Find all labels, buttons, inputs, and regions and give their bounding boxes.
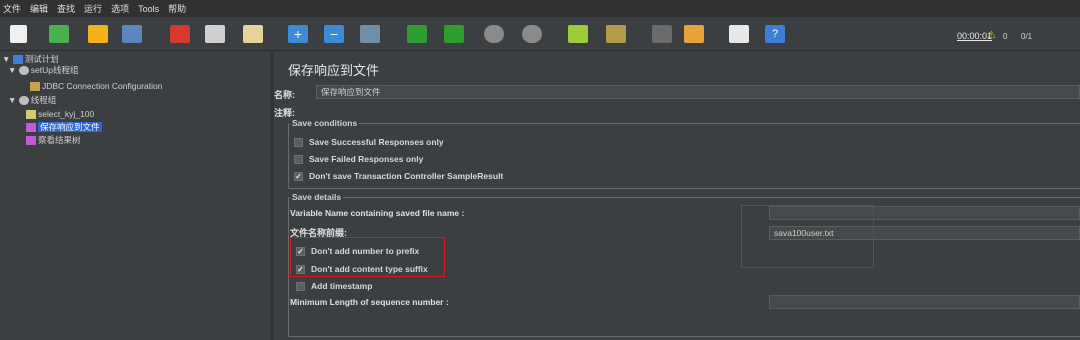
sampler-icon [26,110,36,120]
tree-item-results-tree[interactable]: 察看结果树 [26,135,81,146]
collapse-icon[interactable]: − [324,25,344,43]
menu-help[interactable]: 帮助 [168,2,186,15]
templates-icon[interactable] [49,25,69,43]
save-failed-checkbox[interactable]: Save Failed Responses only [294,154,423,164]
thread-ratio: 0/1 [1021,32,1033,41]
test-plan-tree: ▼ 测试计划 ▼ setUp线程组 JDBC Connection Config… [0,51,270,340]
paste-icon[interactable] [243,25,263,43]
gear-icon [18,96,29,106]
tree-item-setup-group[interactable]: ▼ setUp线程组 [8,65,79,76]
warning-icon[interactable]: ⚠ [987,30,996,41]
new-icon[interactable] [10,25,27,43]
tree-item-sampler[interactable]: select_kyj_100 [26,109,94,120]
menu-search[interactable]: 查找 [57,2,75,15]
menu-tools[interactable]: Tools [138,4,159,14]
menu-bar: 文件 编辑 查找 运行 选项 Tools 帮助 [0,0,1080,17]
check-icon[interactable]: ✓ [294,171,303,181]
gear-icon [18,66,29,76]
collapse-arrow-icon[interactable]: ▼ [8,95,16,105]
highlight-box-prefix [741,205,874,268]
dont-save-transaction-checkbox[interactable]: ✓ Don't save Transaction Controller Sampl… [294,171,503,181]
config-icon [30,82,40,92]
menu-run[interactable]: 运行 [84,2,102,15]
collapse-arrow-icon[interactable]: ▼ [2,54,10,64]
clear-icon[interactable] [568,25,588,43]
listener-icon [26,123,36,133]
var-name-label: Variable Name containing saved file name… [290,208,465,218]
listener-icon [26,136,36,146]
name-field[interactable]: 保存响应到文件 [316,85,1080,99]
tree-item-test-plan[interactable]: ▼ 测试计划 [2,54,59,65]
menu-edit[interactable]: 编辑 [30,2,48,15]
save-response-panel: 保存响应到文件 名称: 保存响应到文件 注释: Save conditions … [274,51,1080,340]
function-helper-icon[interactable] [729,25,749,43]
save-icon[interactable] [122,25,142,43]
open-icon[interactable] [88,25,108,43]
menu-options[interactable]: 选项 [111,2,129,15]
cut-icon[interactable] [170,25,190,43]
help-icon[interactable]: ? [765,25,785,43]
save-successful-checkbox[interactable]: Save Successful Responses only [294,137,444,147]
checkbox-box[interactable] [296,281,305,291]
start-no-pause-icon[interactable] [444,25,464,43]
save-conditions-legend: Save conditions [290,118,360,128]
shutdown-icon[interactable] [522,25,542,43]
tree-item-jdbc-config[interactable]: JDBC Connection Configuration [30,81,162,92]
checkbox-box[interactable] [294,137,303,147]
clear-all-icon[interactable] [606,25,626,43]
name-label: 名称: [274,90,295,100]
add-timestamp-checkbox[interactable]: Add timestamp [296,281,372,291]
checkbox-box[interactable] [294,154,303,164]
save-details-legend: Save details [290,192,344,202]
start-icon[interactable] [407,25,427,43]
test-plan-icon [12,55,23,65]
min-length-label: Minimum Length of sequence number : [290,297,449,307]
reset-search-icon[interactable] [684,25,704,43]
toggle-icon[interactable] [360,25,380,43]
tree-item-save-response[interactable]: 保存响应到文件 [26,122,102,133]
tree-item-thread-group[interactable]: ▼ 线程组 [8,95,56,106]
panel-title: 保存响应到文件 [288,63,380,78]
collapse-arrow-icon[interactable]: ▼ [8,65,16,75]
comment-field[interactable] [316,103,1080,117]
search-icon[interactable] [652,25,672,43]
copy-icon[interactable] [205,25,225,43]
expand-icon[interactable]: + [288,25,308,43]
menu-file[interactable]: 文件 [3,2,21,15]
highlight-box-checkboxes [290,237,445,277]
toolbar: + − ? 00:00:01 ⚠ 0 0/1 [0,17,1080,51]
min-length-field[interactable] [769,295,1080,309]
warning-count: 0 [1003,32,1008,41]
stop-icon[interactable] [484,25,504,43]
